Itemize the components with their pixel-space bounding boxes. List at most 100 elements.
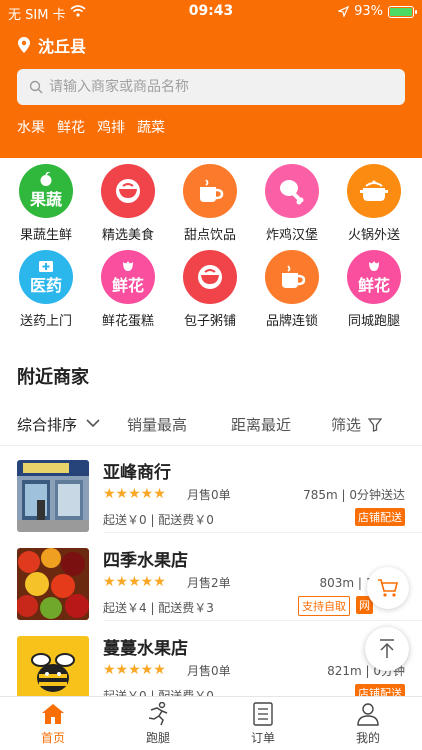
medkit-icon: 医药 <box>19 250 73 304</box>
rose-glyph-icon <box>123 260 133 271</box>
tab-label: 订单 <box>250 731 275 745</box>
sort-bar: 综合排序 销量最高 距离最近 筛选 <box>0 410 422 440</box>
apple-glyph-icon <box>40 172 52 186</box>
tab-label: 首页 <box>40 731 65 745</box>
section-title: 附近商家 <box>17 367 89 388</box>
runner-icon <box>148 702 168 726</box>
category-item[interactable]: 品牌连锁 <box>252 250 332 329</box>
category-icon-text: 果蔬 <box>29 190 62 209</box>
user-icon <box>357 703 379 726</box>
category-icon-text: 鲜花 <box>111 275 144 295</box>
header: 无 SIM 卡 09:43 93% 沈丘县 水果 鲜花 鸡排 蔬菜 <box>0 0 422 158</box>
delivery-fee: 起送￥0 | 配送费￥0 <box>103 513 214 527</box>
tab-errand[interactable]: 跑腿 <box>118 699 198 746</box>
category-label: 品牌连锁 <box>265 314 318 329</box>
delivery-fee: 起送￥4 | 配送费￥3 <box>103 601 214 615</box>
hot-tag[interactable]: 鲜花 <box>57 117 85 137</box>
shop-card[interactable]: 亚峰商行 ★★★★★ 月售0单 785m | 0分钟送达 起送￥0 | 配送费￥… <box>0 446 422 533</box>
hot-tag[interactable]: 水果 <box>17 117 45 137</box>
category-item[interactable]: 包子粥铺 <box>170 250 250 329</box>
category-label: 甜点饮品 <box>183 228 236 243</box>
flower-icon: 鲜花 <box>347 250 401 304</box>
category-label: 包子粥铺 <box>183 314 236 329</box>
battery-icon <box>388 5 417 18</box>
category-item[interactable]: 医药 送药上门 <box>6 250 86 329</box>
category-label: 送药上门 <box>19 314 72 329</box>
divider <box>103 620 422 621</box>
cup-icon <box>183 164 237 218</box>
category-icon-text: 医药 <box>29 275 62 295</box>
search-input[interactable] <box>49 79 369 95</box>
monthly-sales: 月售2单 <box>187 576 231 590</box>
bowl-icon <box>183 250 237 304</box>
shop-name: 四季水果店 <box>103 551 188 571</box>
search-bar[interactable] <box>17 69 405 105</box>
order-icon <box>253 702 273 726</box>
category-item[interactable]: 鲜花 鲜花蛋糕 <box>88 250 168 329</box>
monthly-sales: 月售0单 <box>187 664 231 678</box>
filter-icon <box>368 418 382 432</box>
tab-label: 我的 <box>355 731 380 745</box>
drumstick-icon <box>265 164 319 218</box>
category-item[interactable]: 鲜花 同城跑腿 <box>334 250 414 329</box>
rose-glyph-icon <box>369 260 379 271</box>
battery-percent: 93% <box>354 4 383 19</box>
app-screen: 无 SIM 卡 09:43 93% 沈丘县 水果 鲜花 鸡排 蔬菜 <box>0 0 422 750</box>
home-icon <box>42 704 64 724</box>
sort-default-label: 综合排序 <box>17 416 78 434</box>
star-rating: ★★★★★ <box>103 574 166 590</box>
filter-label: 筛选 <box>331 416 362 434</box>
category-label: 火锅外送 <box>347 228 400 243</box>
category-item[interactable]: 果蔬 果蔬生鲜 <box>6 164 86 243</box>
category-label: 精选美食 <box>101 228 154 243</box>
apple-icon: 果蔬 <box>19 164 73 218</box>
tab-orders[interactable]: 订单 <box>223 699 303 746</box>
star-rating: ★★★★★ <box>103 486 166 502</box>
tab-home[interactable]: 首页 <box>13 699 93 746</box>
sort-sales[interactable]: 销量最高 <box>127 414 187 435</box>
star-rating: ★★★★★ <box>103 662 166 678</box>
category-item[interactable]: 精选美食 <box>88 164 168 243</box>
hot-tag[interactable]: 鸡排 <box>97 117 125 137</box>
category-label: 果蔬生鲜 <box>19 228 72 243</box>
tab-bar: 首页 跑腿 订单 我的 <box>0 696 422 750</box>
category-icon-text: 鲜花 <box>357 275 390 295</box>
shop-card[interactable]: 四季水果店 ★★★★★ 月售2单 803m | 19分钟 起送￥4 | 配送费￥… <box>0 534 422 621</box>
flower-icon: 鲜花 <box>101 250 155 304</box>
hotpot-icon <box>347 164 401 218</box>
pickup-tag: 支持自取 <box>298 596 350 616</box>
delivery-tag: 店铺配送 <box>355 508 405 526</box>
status-bar: 无 SIM 卡 09:43 93% <box>0 0 422 24</box>
shop-photo <box>17 548 89 620</box>
category-item[interactable]: 甜点饮品 <box>170 164 250 243</box>
arrow-up-icon <box>380 639 394 658</box>
map-pin-icon <box>18 37 30 53</box>
location-arrow-icon <box>338 6 350 17</box>
cup-icon <box>265 250 319 304</box>
sort-distance[interactable]: 距离最近 <box>231 414 291 435</box>
location-label: 沈丘县 <box>38 37 87 56</box>
back-to-top-button[interactable] <box>365 627 409 671</box>
shop-name: 蔓蔓水果店 <box>103 639 188 659</box>
shop-photo <box>17 460 89 532</box>
wifi-icon <box>70 5 86 17</box>
bowl-icon <box>101 164 155 218</box>
filter-button[interactable]: 筛选 <box>331 414 382 435</box>
status-right: 93% <box>338 4 417 19</box>
hot-tag[interactable]: 蔬菜 <box>137 117 165 137</box>
chevron-down-icon <box>86 419 100 428</box>
medkit-glyph-icon <box>39 260 53 272</box>
shop-name: 亚峰商行 <box>103 463 171 483</box>
category-item[interactable]: 炸鸡汉堡 <box>252 164 332 243</box>
cart-button[interactable] <box>367 567 409 609</box>
category-label: 鲜花蛋糕 <box>101 314 154 329</box>
monthly-sales: 月售0单 <box>187 488 231 502</box>
cart-icon <box>378 579 399 597</box>
category-label: 同城跑腿 <box>347 314 400 329</box>
hot-tags: 水果 鲜花 鸡排 蔬菜 <box>17 117 165 137</box>
sort-default[interactable]: 综合排序 <box>17 414 100 435</box>
tab-profile[interactable]: 我的 <box>328 699 408 746</box>
location-selector[interactable]: 沈丘县 <box>18 33 86 57</box>
category-item[interactable]: 火锅外送 <box>334 164 414 243</box>
distance-time: 785m | 0分钟送达 <box>303 488 405 502</box>
